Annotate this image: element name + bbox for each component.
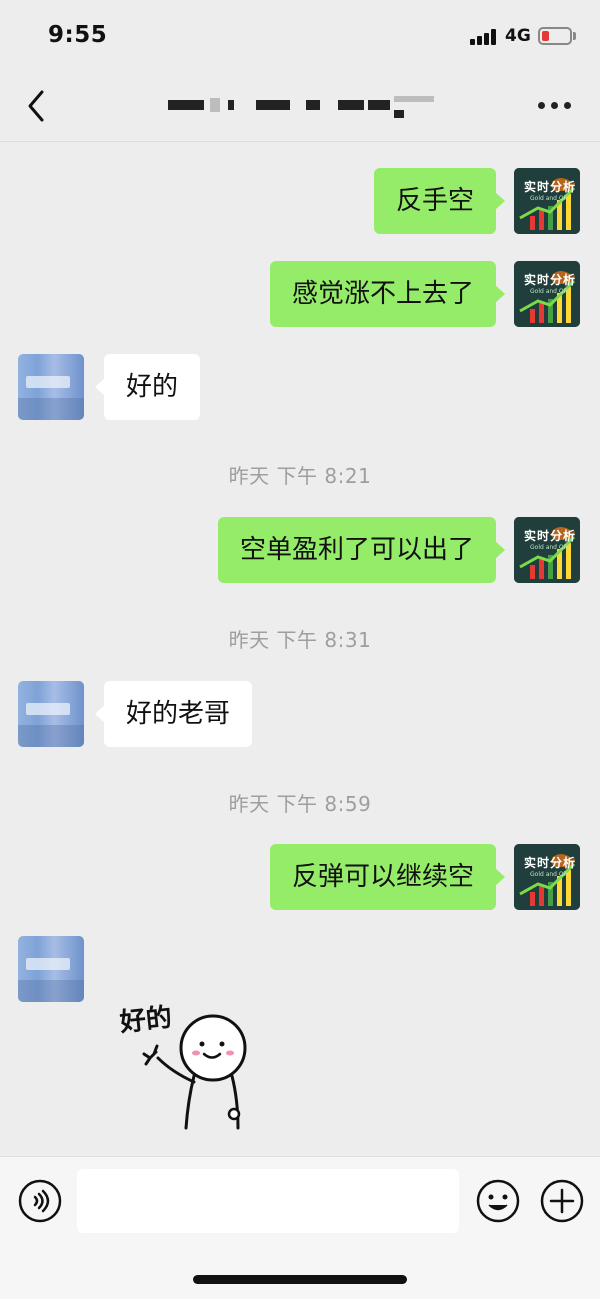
timestamp: 昨天 下午 8:31 [228,628,372,652]
self-avatar[interactable]: 实时分析 Gold and Oil [514,844,580,910]
avatar-brand-text: 实时分析 [524,180,577,194]
home-indicator[interactable] [193,1275,407,1284]
sticker-text: 好的 [117,1002,173,1038]
message-bubble[interactable]: 空单盈利了可以出了 [217,517,506,583]
avatar-sub-text: Gold and Oil [530,871,567,878]
contact-avatar-blurred[interactable] [18,681,84,747]
network-label: 4G [505,26,531,46]
more-actions-button[interactable] [539,1178,585,1224]
contact-avatar-blurred[interactable] [18,936,84,1002]
status-time: 9:55 [48,22,108,48]
avatar-sub-text: Gold and Oil [530,195,567,202]
contact-avatar-blurred[interactable] [18,354,84,420]
sticker-message[interactable]: 好的 [110,996,260,1136]
message-bubble[interactable]: 反弹可以继续空 [269,844,506,910]
message-input[interactable] [77,1169,459,1233]
avatar-brand-text: 实时分析 [524,273,577,287]
avatar-brand-text: 实时分析 [524,856,577,870]
voice-icon [18,1179,62,1223]
chat-title-redacted [168,92,438,118]
avatar-sub-text: Gold and Oil [530,544,567,551]
signal-icon [470,29,498,45]
message-bubble[interactable]: 好的 [94,354,201,420]
timestamp: 昨天 下午 8:21 [228,464,372,488]
battery-cap [573,32,576,40]
back-button[interactable] [20,88,56,124]
chevron-left-icon [28,90,44,122]
timestamp: 昨天 下午 8:59 [228,792,372,816]
self-avatar[interactable]: 实时分析 Gold and Oil [514,261,580,327]
self-avatar[interactable]: 实时分析 Gold and Oil [514,517,580,583]
message-bubble[interactable]: 感觉涨不上去了 [269,261,506,327]
status-bar: 9:55 4G [0,0,600,70]
voice-input-button[interactable] [18,1179,62,1223]
more-options-button[interactable] [538,102,572,110]
message-bubble[interactable]: 好的老哥 [94,681,253,747]
battery-icon [538,27,572,45]
plus-icon [540,1179,584,1223]
message-bubble[interactable]: 反手空 [373,168,506,234]
avatar-sub-text: Gold and Oil [530,288,567,295]
avatar-brand-text: 实时分析 [524,529,577,543]
emoji-icon [476,1179,520,1223]
chat-header [0,70,600,142]
emoji-button[interactable] [475,1178,521,1224]
self-avatar[interactable]: 实时分析 Gold and Oil [514,168,580,234]
